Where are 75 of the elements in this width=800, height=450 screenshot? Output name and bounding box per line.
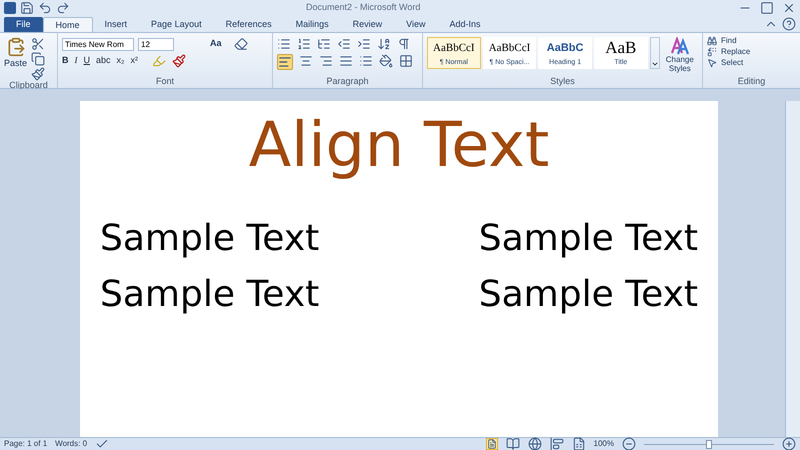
copy-icon[interactable] (31, 52, 46, 66)
format-button[interactable]: B (62, 54, 68, 68)
font-size-field[interactable]: 12 (138, 38, 174, 50)
full-screen-reading-icon[interactable] (506, 437, 520, 450)
undo-icon[interactable] (38, 1, 52, 15)
change-styles-icon (670, 37, 690, 55)
save-icon[interactable] (20, 1, 34, 15)
editing-button[interactable]: Select (707, 57, 796, 68)
web-layout-icon[interactable] (528, 437, 542, 450)
group-label: Styles (549, 77, 576, 88)
right-aligned-text: Sample Text (478, 273, 698, 317)
shading-icon[interactable] (379, 54, 393, 68)
ribbon-tab[interactable]: Mailings (284, 17, 341, 32)
font-name-field[interactable]: Times New Rom (62, 38, 134, 50)
paste-button[interactable]: Paste (4, 37, 28, 81)
clear-formatting-icon[interactable] (234, 37, 248, 51)
redo-icon[interactable] (56, 1, 70, 15)
editing-button[interactable]: Replace (707, 46, 796, 57)
ribbon-tab[interactable]: File (4, 17, 43, 32)
replace-icon (707, 46, 717, 56)
right-aligned-text: Sample Text (478, 217, 698, 261)
binoculars-icon (707, 36, 717, 46)
sort-icon[interactable] (377, 37, 391, 51)
format-button[interactable]: abc (96, 54, 111, 68)
zoom-slider-thumb[interactable] (706, 440, 712, 448)
change-styles-button[interactable]: Change Styles (662, 37, 698, 73)
word-count[interactable]: Words: 0 (55, 438, 88, 450)
multilevel-list-icon[interactable] (317, 37, 331, 51)
draft-icon[interactable] (572, 437, 586, 450)
pointer-icon (707, 58, 717, 68)
justify-icon[interactable] (339, 54, 353, 68)
group-label: Font (154, 77, 175, 88)
editing-button[interactable]: Find (707, 35, 796, 46)
numbering-icon[interactable] (297, 37, 311, 51)
cut-icon[interactable] (31, 37, 46, 51)
document-heading: Align Text (248, 107, 550, 183)
page-count[interactable]: Page: 1 of 1 (4, 438, 48, 450)
maximize-icon[interactable] (760, 1, 774, 15)
format-painter-icon[interactable] (31, 67, 46, 81)
format-button[interactable]: x² (130, 54, 138, 68)
zoom-out-icon[interactable] (622, 437, 636, 450)
left-aligned-text: Sample Text (100, 217, 320, 261)
group-label: Paragraph (325, 77, 370, 88)
close-icon[interactable] (782, 1, 796, 15)
align-left-icon[interactable] (277, 54, 293, 70)
proofing-icon[interactable] (95, 437, 110, 450)
ribbon-tab[interactable]: Home (42, 17, 93, 32)
ribbon-tab[interactable]: Add-Ins (438, 17, 493, 32)
window-title: Document2 - Microsoft Word (306, 1, 420, 14)
ribbon-tab[interactable]: Insert (92, 17, 140, 32)
format-button[interactable]: I (74, 54, 78, 68)
ribbon-tab[interactable]: View (394, 17, 438, 32)
format-button[interactable]: x₂ (116, 54, 125, 68)
align-center-icon[interactable] (299, 54, 313, 68)
group-label: Editing (736, 77, 766, 88)
zoom-level[interactable]: 100% (594, 438, 614, 450)
format-button[interactable]: U (84, 54, 90, 68)
help-icon[interactable] (782, 17, 796, 31)
pilcrow-icon[interactable] (397, 37, 411, 51)
borders-icon[interactable] (399, 54, 413, 68)
group-label: Clipboard (8, 81, 49, 92)
styles-scroll-bar[interactable] (650, 37, 660, 69)
align-right-icon[interactable] (319, 54, 333, 68)
ribbon-tab[interactable]: Review (340, 17, 394, 32)
decrease-indent-icon[interactable] (337, 37, 351, 51)
ribbon-tab[interactable]: Page Layout (139, 17, 214, 32)
left-aligned-text: Sample Text (100, 273, 320, 317)
print-layout-icon[interactable] (486, 438, 498, 450)
ribbon-tab[interactable]: References (214, 17, 284, 32)
clipboard-icon (6, 37, 26, 57)
vertical-scroll-bar[interactable] (785, 101, 800, 437)
increase-indent-icon[interactable] (357, 37, 371, 51)
zoom-in-icon[interactable] (782, 437, 796, 450)
change-case-button[interactable]: Aa (210, 37, 222, 51)
outline-icon[interactable] (550, 437, 564, 450)
